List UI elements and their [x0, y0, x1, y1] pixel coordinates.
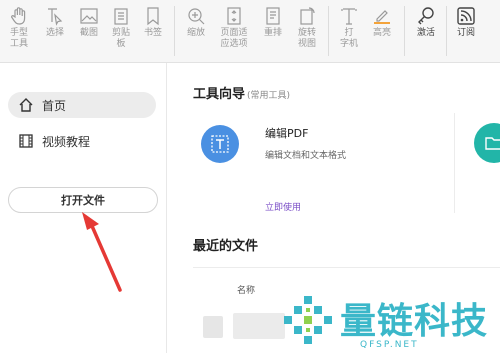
watermark-url: QFSP.NET — [360, 340, 419, 350]
watermark-logo-icon — [284, 296, 332, 344]
watermark-text: 量链科技 — [340, 301, 489, 342]
watermark: 量链科技 QFSP.NET — [280, 290, 500, 353]
